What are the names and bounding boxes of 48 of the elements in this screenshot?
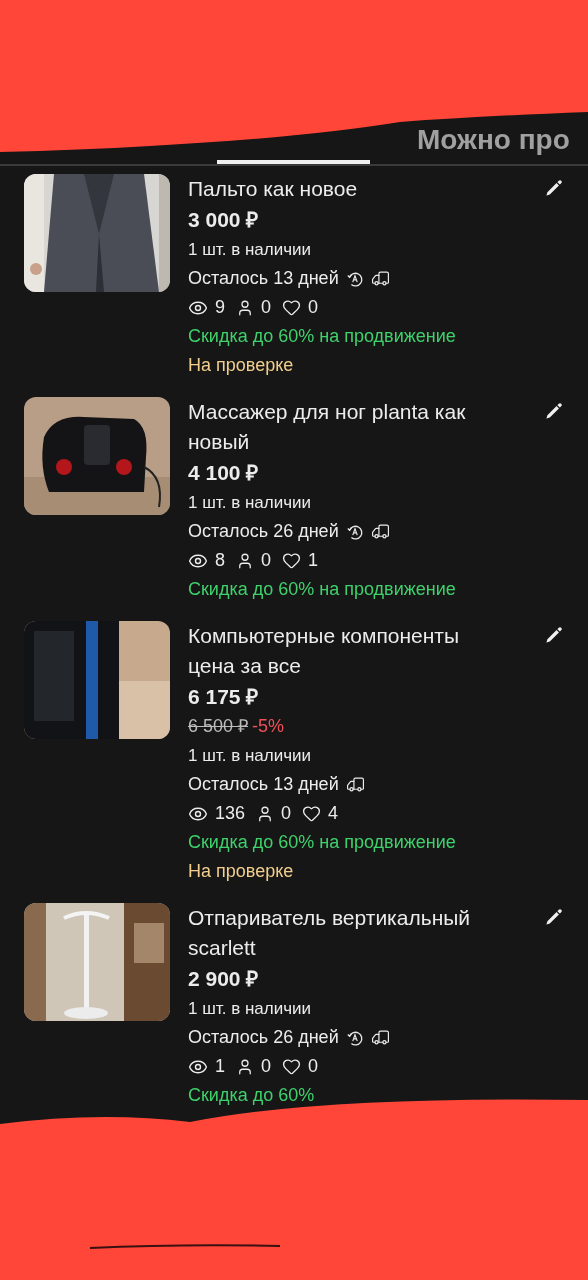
days-remaining: Осталось 13 дней <box>188 267 339 290</box>
views-count: 9 <box>215 296 225 319</box>
heart-icon <box>282 551 302 570</box>
views-count: 136 <box>215 802 246 825</box>
stock-text: 1 шт. в наличии <box>188 492 313 514</box>
listing-title[interactable]: Массажер для ног planta как новый <box>188 397 506 457</box>
old-price: 6 500 ₽ <box>188 715 249 738</box>
favorites-count: 1 <box>308 549 319 572</box>
favorites-count: 0 <box>308 1055 319 1078</box>
person-icon <box>236 551 254 570</box>
stock-text: 1 шт. в наличии <box>188 998 313 1020</box>
promo-link[interactable]: Скидка до 60% на продвижение <box>188 575 456 604</box>
stock-text: 1 шт. в наличии <box>188 745 313 767</box>
heart-icon <box>282 1057 302 1076</box>
stock-text: 1 шт. в наличии <box>188 239 313 261</box>
contacts-count: 0 <box>281 802 292 825</box>
price: 6 175 ₽ <box>188 684 260 710</box>
days-remaining: Осталось 26 дней <box>188 520 339 543</box>
price: 3 000 ₽ <box>188 207 260 233</box>
edit-icon[interactable] <box>544 907 564 927</box>
listing-title[interactable]: Компьютерные компоненты цена за все <box>188 621 506 681</box>
tab[interactable]: Можно про <box>370 124 570 156</box>
edit-icon[interactable] <box>544 178 564 198</box>
status-text: На проверке <box>188 354 295 377</box>
status-text: На проверке <box>188 860 295 883</box>
days-remaining: Осталось 13 дней <box>188 773 339 796</box>
edit-icon[interactable] <box>544 625 564 645</box>
edit-icon[interactable] <box>544 401 564 421</box>
contacts-count: 0 <box>261 1055 272 1078</box>
favorites-count: 4 <box>328 802 339 825</box>
person-icon <box>236 298 254 317</box>
promo-link[interactable]: Скидка до 60% <box>188 1081 315 1110</box>
promo-link[interactable]: Скидка до 60% на продвижение <box>188 828 456 857</box>
heart-icon <box>282 298 302 317</box>
heart-icon <box>302 804 322 823</box>
contacts-count: 0 <box>261 296 272 319</box>
discount: -5% <box>252 715 285 738</box>
listing-title[interactable]: Пальто как новое <box>188 174 506 204</box>
person-icon <box>236 1057 254 1076</box>
views-count: 8 <box>215 549 225 572</box>
price: 2 900 ₽ <box>188 966 260 992</box>
price: 4 100 ₽ <box>188 460 260 486</box>
favorites-count: 0 <box>308 296 319 319</box>
listing-title[interactable]: Отпариватель вертикальный scarlett <box>188 903 506 963</box>
contacts-count: 0 <box>261 549 272 572</box>
promo-link[interactable]: Скидка до 60% на продвижение <box>188 322 456 351</box>
days-remaining: Осталось 26 дней <box>188 1026 339 1049</box>
views-count: 1 <box>215 1055 225 1078</box>
